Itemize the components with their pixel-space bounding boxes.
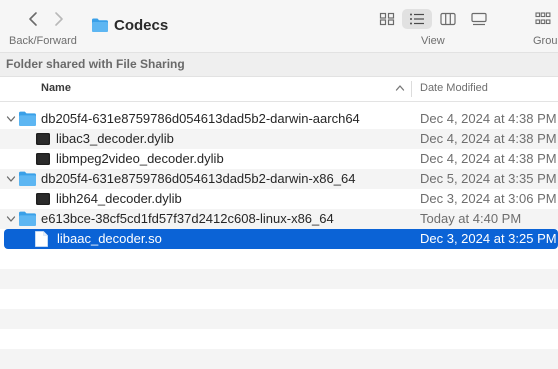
file-row[interactable]: libac3_decoder.dylib Dec 4, 2024 at 4:38…	[0, 129, 558, 149]
sort-ascending-icon[interactable]	[395, 83, 405, 93]
file-row[interactable]: db205f4-631e8759786d054613dad5b2-darwin-…	[0, 169, 558, 189]
empty-row	[0, 289, 558, 309]
chevron-right-icon	[55, 12, 63, 26]
folder-icon	[92, 18, 108, 32]
executable-icon	[36, 153, 50, 165]
column-divider[interactable]	[411, 81, 412, 97]
file-name: libh264_decoder.dylib	[56, 191, 182, 206]
empty-row	[0, 309, 558, 329]
columns-icon	[440, 12, 456, 26]
executable-icon	[36, 133, 50, 145]
column-header-name[interactable]: Name	[41, 82, 71, 94]
shared-folder-bar: Folder shared with File Sharing	[0, 52, 558, 77]
window-title-text: Codecs	[114, 16, 169, 34]
chevron-left-icon	[29, 12, 37, 26]
folder-icon	[19, 211, 36, 226]
empty-row	[0, 329, 558, 349]
file-name: e613bce-38cf5cd1fd57f37d2412c608-linux-x…	[41, 211, 334, 226]
disclosure-expanded-icon[interactable]	[6, 114, 16, 124]
file-row-selected[interactable]: libaac_decoder.so Dec 3, 2024 at 3:25 PM	[4, 229, 558, 249]
list-icon	[410, 13, 424, 25]
file-name: libac3_decoder.dylib	[56, 131, 174, 146]
folder-icon	[19, 171, 36, 186]
file-date: Dec 4, 2024 at 4:38 PM	[420, 131, 557, 146]
file-name: db205f4-631e8759786d054613dad5b2-darwin-…	[41, 111, 360, 126]
file-date: Dec 4, 2024 at 4:38 PM	[420, 111, 557, 126]
group-button[interactable]	[528, 9, 558, 29]
file-date: Dec 3, 2024 at 3:06 PM	[420, 191, 557, 206]
view-label: View	[421, 35, 445, 47]
empty-row	[0, 269, 558, 289]
back-forward-label: Back/Forward	[9, 35, 77, 47]
column-header-date-modified[interactable]: Date Modified	[420, 82, 488, 94]
group-icon	[535, 12, 551, 25]
group-label: Grou	[533, 35, 558, 47]
file-row[interactable]: e613bce-38cf5cd1fd57f37d2412c608-linux-x…	[0, 209, 558, 229]
disclosure-expanded-icon[interactable]	[6, 174, 16, 184]
file-date: Today at 4:40 PM	[420, 211, 522, 226]
file-name: libmpeg2video_decoder.dylib	[56, 151, 224, 166]
gallery-view-button[interactable]	[464, 9, 494, 29]
executable-icon	[36, 193, 50, 205]
column-header: Name Date Modified	[0, 77, 558, 102]
file-row[interactable]: libmpeg2video_decoder.dylib Dec 4, 2024 …	[0, 149, 558, 169]
empty-row	[0, 349, 558, 369]
file-date: Dec 4, 2024 at 4:38 PM	[420, 151, 557, 166]
file-row[interactable]: db205f4-631e8759786d054613dad5b2-darwin-…	[0, 109, 558, 129]
file-list: db205f4-631e8759786d054613dad5b2-darwin-…	[0, 109, 558, 369]
back-button[interactable]	[24, 9, 44, 29]
icon-view-button[interactable]	[372, 9, 402, 29]
window-title: Codecs	[92, 15, 168, 35]
grid-icon	[379, 12, 395, 26]
file-name: libaac_decoder.so	[57, 231, 162, 246]
file-date: Dec 3, 2024 at 3:25 PM	[420, 231, 557, 246]
list-view-button[interactable]	[402, 9, 432, 29]
empty-row	[0, 249, 558, 269]
forward-button[interactable]	[48, 9, 68, 29]
file-date: Dec 5, 2024 at 3:35 PM	[420, 171, 557, 186]
folder-icon	[19, 111, 36, 126]
disclosure-expanded-icon[interactable]	[6, 214, 16, 224]
gallery-icon	[471, 12, 487, 26]
toolbar: Back/Forward Codecs View Grou	[0, 0, 558, 52]
shared-folder-text: Folder shared with File Sharing	[6, 57, 185, 71]
column-view-button[interactable]	[433, 9, 463, 29]
file-row[interactable]: libh264_decoder.dylib Dec 3, 2024 at 3:0…	[0, 189, 558, 209]
file-name: db205f4-631e8759786d054613dad5b2-darwin-…	[41, 171, 356, 186]
document-icon	[35, 231, 48, 247]
